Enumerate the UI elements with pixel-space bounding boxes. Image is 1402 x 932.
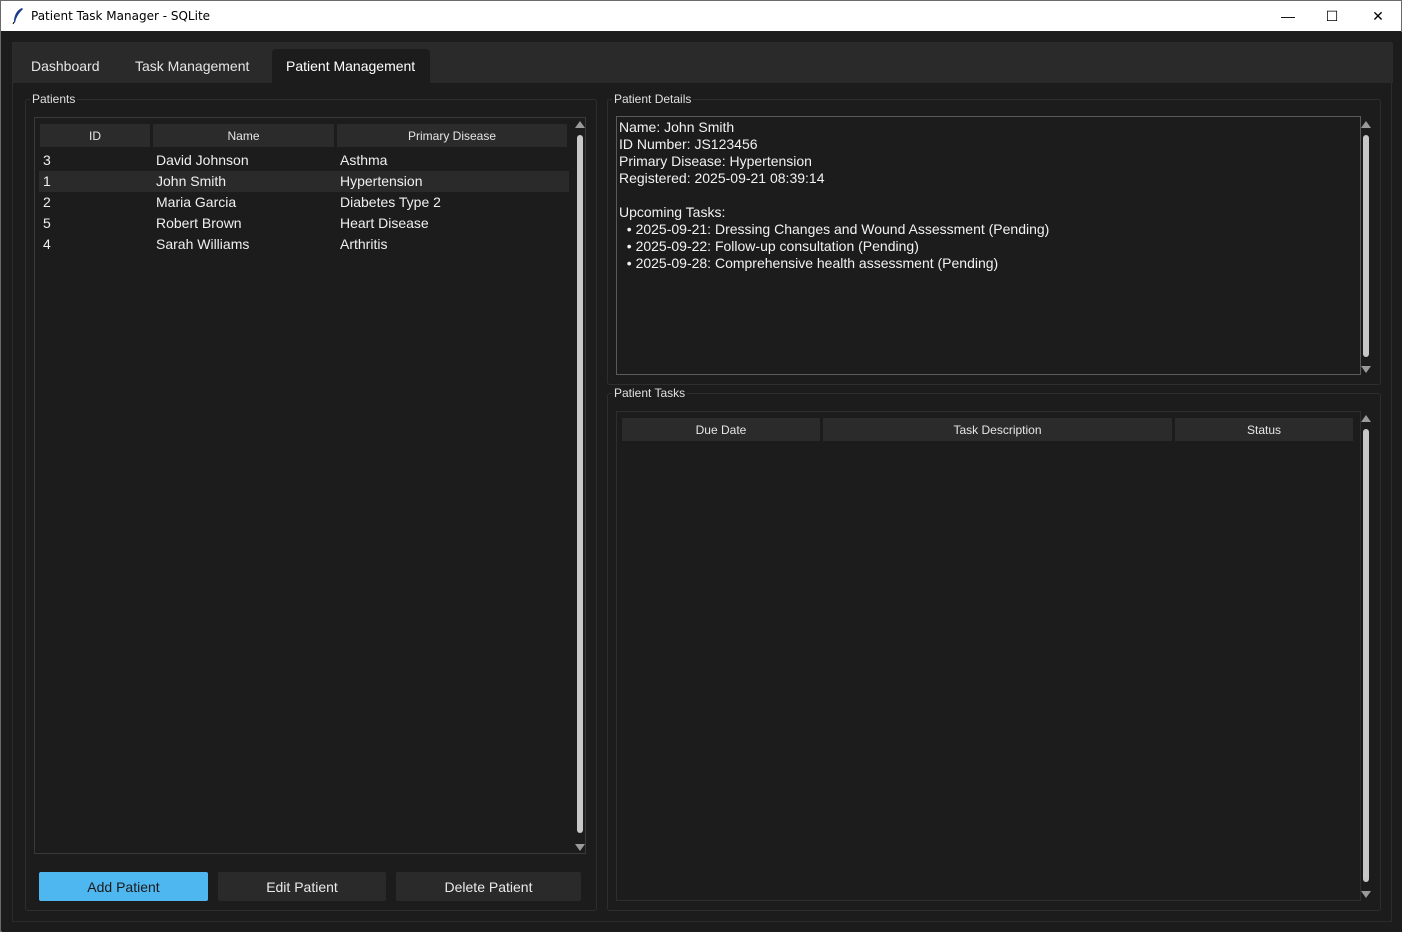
- detail-line: • 2025-09-28: Comprehensive health asses…: [619, 255, 999, 271]
- tab-patient-management[interactable]: Patient Management: [272, 49, 430, 83]
- column-header-name[interactable]: Name: [152, 123, 335, 148]
- scroll-up-icon[interactable]: [1361, 121, 1371, 128]
- scroll-down-icon[interactable]: [1361, 891, 1371, 898]
- cell-name: David Johnson: [156, 152, 249, 168]
- cell-disease: Arthritis: [340, 236, 388, 252]
- tab-label: Patient Management: [286, 58, 416, 74]
- cell-disease: Heart Disease: [340, 215, 429, 231]
- patient-tasks-table[interactable]: Due Date Task Description Status: [616, 411, 1361, 901]
- close-icon: ✕: [1372, 7, 1384, 24]
- cell-id: 3: [43, 152, 51, 168]
- cell-name: Maria Garcia: [156, 194, 237, 210]
- scrollbar-thumb[interactable]: [1363, 429, 1369, 882]
- patient-tasks-group-label: Patient Tasks: [612, 386, 688, 400]
- patients-scrollbar[interactable]: [574, 121, 586, 851]
- column-header-task-description[interactable]: Task Description: [822, 417, 1173, 442]
- cell-disease: Asthma: [340, 152, 388, 168]
- detail-line: Primary Disease: Hypertension: [619, 153, 812, 169]
- cell-id: 4: [43, 236, 51, 252]
- column-header-primary-disease[interactable]: Primary Disease: [336, 123, 568, 148]
- tab-label: Dashboard: [31, 58, 100, 74]
- table-row[interactable]: 2 Maria Garcia Diabetes Type 2: [39, 192, 569, 213]
- scrollbar-thumb[interactable]: [577, 135, 583, 833]
- scroll-down-icon[interactable]: [1361, 366, 1371, 373]
- window-title: Patient Task Manager - SQLite: [31, 9, 211, 23]
- detail-line: Upcoming Tasks:: [619, 204, 726, 220]
- cell-id: 1: [43, 173, 51, 189]
- cell-name: Robert Brown: [156, 215, 242, 231]
- patients-group-label: Patients: [30, 92, 78, 106]
- scroll-up-icon[interactable]: [575, 121, 585, 128]
- close-button[interactable]: ✕: [1355, 1, 1401, 31]
- detail-line: Registered: 2025-09-21 08:39:14: [619, 170, 825, 186]
- detail-line: Name: John Smith: [619, 119, 735, 135]
- patient-details-group-label: Patient Details: [612, 92, 694, 106]
- delete-patient-button[interactable]: Delete Patient: [396, 872, 581, 901]
- app-window: Patient Task Manager - SQLite — ☐ ✕ Dash…: [0, 0, 1402, 932]
- detail-line: ID Number: JS123456: [619, 136, 758, 152]
- tab-dashboard[interactable]: Dashboard: [17, 49, 114, 83]
- cell-id: 5: [43, 215, 51, 231]
- patients-table[interactable]: ID Name Primary Disease 3 David Johnson …: [34, 117, 586, 854]
- patient-details-text[interactable]: Name: John Smith ID Number: JS123456 Pri…: [616, 116, 1361, 375]
- cell-name: Sarah Williams: [156, 236, 250, 252]
- notebook: Dashboard Task Management Patient Manage…: [12, 42, 1393, 922]
- table-row[interactable]: 3 David Johnson Asthma: [39, 150, 569, 171]
- cell-disease: Hypertension: [340, 173, 423, 189]
- cell-name: John Smith: [156, 173, 227, 189]
- scroll-down-icon[interactable]: [575, 844, 585, 851]
- minimize-icon: —: [1281, 8, 1295, 24]
- table-row[interactable]: 5 Robert Brown Heart Disease: [39, 213, 569, 234]
- detail-line: • 2025-09-21: Dressing Changes and Wound…: [619, 221, 1050, 237]
- title-bar[interactable]: Patient Task Manager - SQLite — ☐ ✕: [1, 1, 1401, 31]
- tab-task-management[interactable]: Task Management: [121, 49, 263, 83]
- tab-strip: Dashboard Task Management Patient Manage…: [13, 43, 1393, 83]
- client-area: Dashboard Task Management Patient Manage…: [2, 32, 1402, 932]
- table-row[interactable]: 4 Sarah Williams Arthritis: [39, 234, 569, 255]
- minimize-button[interactable]: —: [1265, 1, 1311, 31]
- details-scrollbar[interactable]: [1360, 121, 1372, 373]
- tasks-scrollbar[interactable]: [1360, 415, 1372, 898]
- cell-disease: Diabetes Type 2: [340, 194, 441, 210]
- column-header-status[interactable]: Status: [1174, 417, 1354, 442]
- column-header-due-date[interactable]: Due Date: [621, 417, 821, 442]
- table-row-selected[interactable]: 1 John Smith Hypertension: [39, 171, 569, 192]
- column-header-id[interactable]: ID: [39, 123, 151, 148]
- tab-label: Task Management: [135, 58, 250, 74]
- detail-line: • 2025-09-22: Follow-up consultation (Pe…: [619, 238, 919, 254]
- maximize-button[interactable]: ☐: [1309, 1, 1355, 31]
- maximize-icon: ☐: [1325, 7, 1339, 24]
- scroll-up-icon[interactable]: [1361, 415, 1371, 422]
- edit-patient-button[interactable]: Edit Patient: [218, 872, 386, 901]
- feather-icon: [12, 8, 23, 25]
- add-patient-button[interactable]: Add Patient: [39, 872, 208, 901]
- scrollbar-thumb[interactable]: [1363, 135, 1369, 357]
- cell-id: 2: [43, 194, 51, 210]
